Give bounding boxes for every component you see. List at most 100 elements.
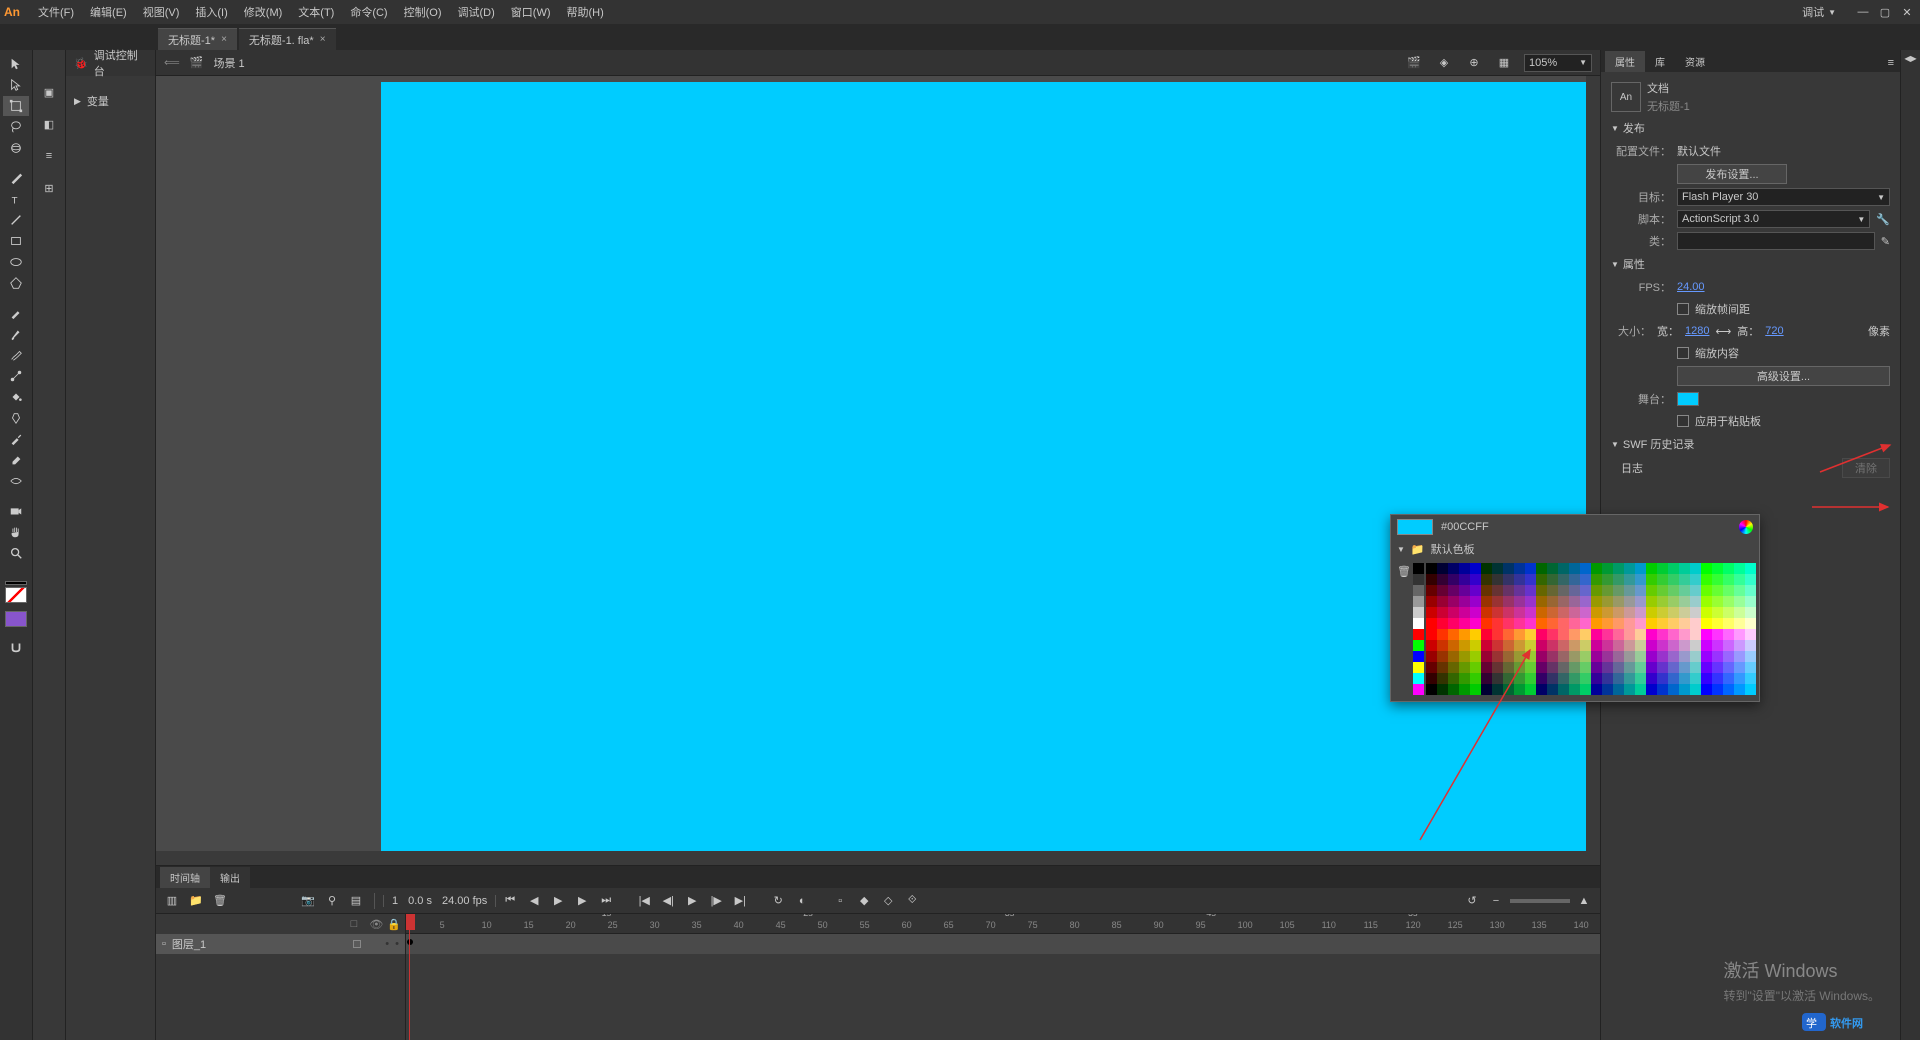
dock-icon-2[interactable]: ◧ <box>37 112 61 136</box>
color-cell[interactable] <box>1668 662 1679 673</box>
color-cell[interactable] <box>1734 596 1745 607</box>
color-cell[interactable] <box>1679 607 1690 618</box>
color-cell[interactable] <box>1624 629 1635 640</box>
color-cell[interactable] <box>1558 673 1569 684</box>
menu-item[interactable]: 调试(D) <box>450 0 503 24</box>
pasteboard-checkbox[interactable] <box>1677 415 1689 427</box>
color-cell[interactable] <box>1536 673 1547 684</box>
color-cell[interactable] <box>1569 607 1580 618</box>
color-cell[interactable] <box>1701 629 1712 640</box>
color-cell[interactable] <box>1646 651 1657 662</box>
color-cell[interactable] <box>1413 640 1424 651</box>
debug-console-header[interactable]: 🐞 调试控制台 <box>66 50 155 76</box>
color-cell[interactable] <box>1745 629 1756 640</box>
color-cell[interactable] <box>1569 651 1580 662</box>
color-cell[interactable] <box>1723 585 1734 596</box>
color-cell[interactable] <box>1624 640 1635 651</box>
first-frame-icon[interactable]: ⏮ <box>500 891 520 911</box>
color-cell[interactable] <box>1492 607 1503 618</box>
color-cell[interactable] <box>1690 618 1701 629</box>
color-cell[interactable] <box>1635 563 1646 574</box>
color-cell[interactable] <box>1701 640 1712 651</box>
color-cell[interactable] <box>1613 684 1624 695</box>
color-cell[interactable] <box>1635 662 1646 673</box>
color-cell[interactable] <box>1470 563 1481 574</box>
color-cell[interactable] <box>1679 684 1690 695</box>
color-cell[interactable] <box>1591 684 1602 695</box>
color-cell[interactable] <box>1635 629 1646 640</box>
color-cell[interactable] <box>1525 618 1536 629</box>
color-cell[interactable] <box>1569 673 1580 684</box>
tab-output[interactable]: 输出 <box>210 867 250 888</box>
menu-item[interactable]: 控制(O) <box>396 0 450 24</box>
color-cell[interactable] <box>1690 684 1701 695</box>
color-cell[interactable] <box>1470 673 1481 684</box>
color-cell[interactable] <box>1701 673 1712 684</box>
color-cell[interactable] <box>1624 618 1635 629</box>
dock-icon-4[interactable]: ⊞ <box>37 176 61 200</box>
color-cell[interactable] <box>1646 596 1657 607</box>
stage-canvas[interactable] <box>381 82 1600 862</box>
color-cell[interactable] <box>1734 651 1745 662</box>
free-transform-tool[interactable] <box>3 96 29 116</box>
color-cell[interactable] <box>1591 629 1602 640</box>
color-cell[interactable] <box>1613 596 1624 607</box>
fps-value[interactable]: 24.00 <box>1677 281 1705 293</box>
parenting-icon[interactable]: ⚲ <box>322 891 342 911</box>
lock-icon[interactable]: 🔒 <box>387 918 401 931</box>
color-cell[interactable] <box>1701 662 1712 673</box>
color-cell[interactable] <box>1503 585 1514 596</box>
color-cell[interactable] <box>1745 640 1756 651</box>
color-cell[interactable] <box>1459 607 1470 618</box>
color-cell[interactable] <box>1613 640 1624 651</box>
menubar-debug[interactable]: 调试▼ <box>1794 4 1844 20</box>
color-cell[interactable] <box>1657 574 1668 585</box>
camera-icon[interactable]: 📷 <box>298 891 318 911</box>
tab-assets[interactable]: 资源 <box>1675 51 1715 72</box>
color-cell[interactable] <box>1470 640 1481 651</box>
color-cell[interactable] <box>1459 574 1470 585</box>
menu-item[interactable]: 窗口(W) <box>503 0 559 24</box>
line-tool[interactable] <box>3 210 29 230</box>
bone-tool[interactable] <box>3 366 29 386</box>
color-cell[interactable] <box>1448 618 1459 629</box>
color-cell[interactable] <box>1580 673 1591 684</box>
color-cell[interactable] <box>1503 596 1514 607</box>
color-cell[interactable] <box>1492 684 1503 695</box>
color-cell[interactable] <box>1426 574 1437 585</box>
color-cell[interactable] <box>1580 607 1591 618</box>
color-cell[interactable] <box>1558 651 1569 662</box>
swf-section-header[interactable]: ▼SWF 历史记录 <box>1611 432 1890 456</box>
color-cell[interactable] <box>1613 673 1624 684</box>
color-cell[interactable] <box>1413 574 1424 585</box>
pencil-tool[interactable] <box>3 303 29 323</box>
color-cell[interactable] <box>1569 629 1580 640</box>
color-cell[interactable] <box>1701 607 1712 618</box>
color-cell[interactable] <box>1470 629 1481 640</box>
color-cell[interactable] <box>1624 684 1635 695</box>
color-cell[interactable] <box>1668 618 1679 629</box>
color-cell[interactable] <box>1503 618 1514 629</box>
color-cell[interactable] <box>1690 607 1701 618</box>
rectangle-tool[interactable] <box>3 231 29 251</box>
color-cell[interactable] <box>1470 585 1481 596</box>
color-cell[interactable] <box>1723 673 1734 684</box>
color-cell[interactable] <box>1646 662 1657 673</box>
color-cell[interactable] <box>1646 629 1657 640</box>
color-cell[interactable] <box>1602 607 1613 618</box>
color-cell[interactable] <box>1470 596 1481 607</box>
color-cell[interactable] <box>1745 651 1756 662</box>
next-key-icon[interactable]: |▶ <box>706 891 726 911</box>
color-cell[interactable] <box>1525 640 1536 651</box>
color-cell[interactable] <box>1459 585 1470 596</box>
color-cell[interactable] <box>1701 684 1712 695</box>
color-cell[interactable] <box>1602 673 1613 684</box>
color-cell[interactable] <box>1723 596 1734 607</box>
timeline-zoom-slider[interactable] <box>1510 899 1570 903</box>
color-cell[interactable] <box>1613 607 1624 618</box>
color-cell[interactable] <box>1426 563 1437 574</box>
width-tool[interactable] <box>3 471 29 491</box>
color-cell[interactable] <box>1558 607 1569 618</box>
color-cell[interactable] <box>1723 662 1734 673</box>
color-cell[interactable] <box>1459 563 1470 574</box>
